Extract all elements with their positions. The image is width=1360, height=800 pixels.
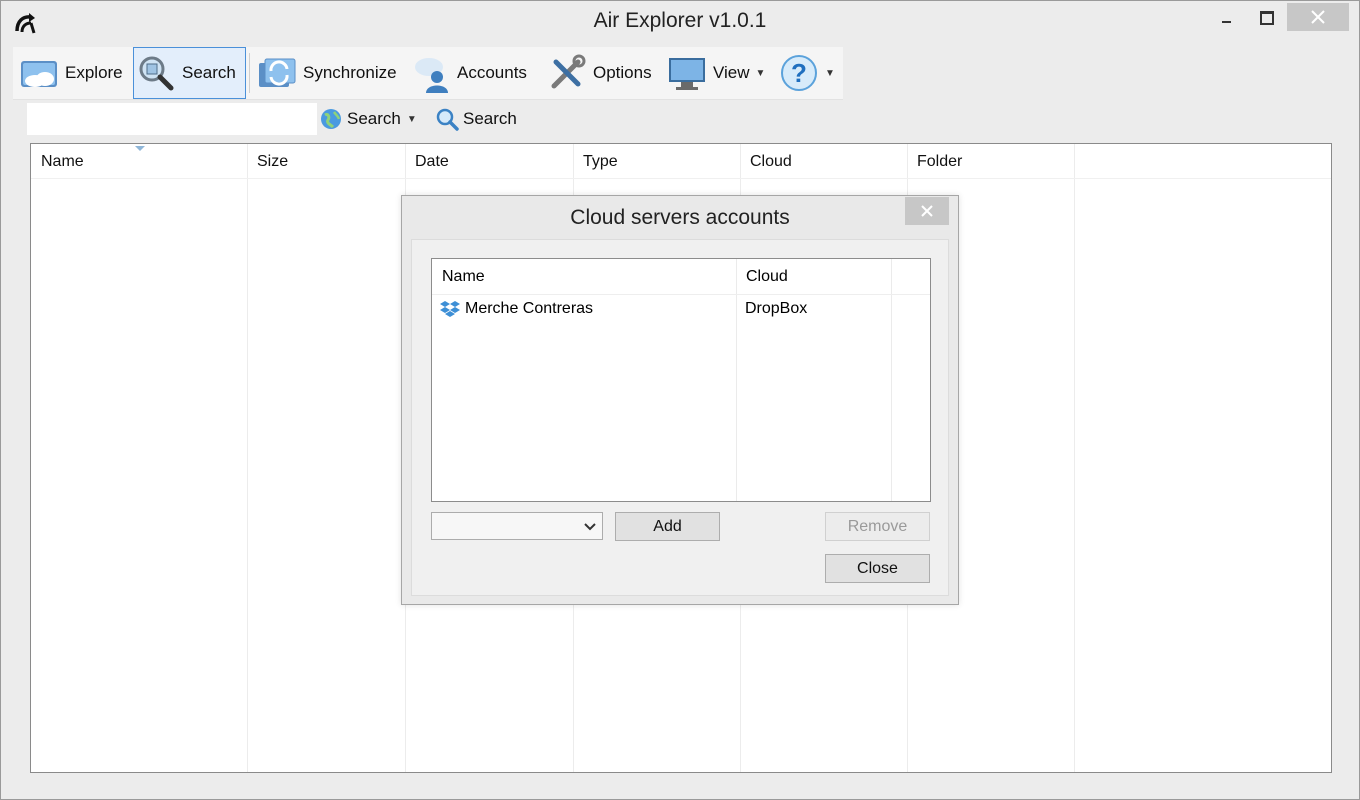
account-name-cell: Merche Contreras bbox=[440, 297, 593, 321]
monitor-icon bbox=[667, 53, 707, 93]
column-header-size[interactable]: Size bbox=[247, 144, 405, 178]
account-cloud: DropBox bbox=[745, 300, 808, 317]
cloud-accounts-dialog: Cloud servers accounts Name Cloud Merche… bbox=[401, 195, 959, 605]
accounts-column-name[interactable]: Name bbox=[432, 259, 736, 293]
close-dialog-button[interactable]: Close bbox=[825, 554, 930, 583]
remove-account-button[interactable]: Remove bbox=[825, 512, 930, 541]
help-icon: ? bbox=[779, 53, 819, 93]
globe-icon bbox=[319, 107, 343, 131]
account-row[interactable]: Merche Contreras DropBox bbox=[432, 297, 930, 321]
options-label: Options bbox=[593, 63, 652, 82]
column-divider bbox=[736, 259, 737, 501]
close-icon bbox=[1311, 10, 1325, 24]
synchronize-button[interactable]: Synchronize bbox=[257, 47, 397, 99]
tools-icon bbox=[547, 53, 587, 93]
column-header-date[interactable]: Date bbox=[405, 144, 573, 178]
close-window-button[interactable] bbox=[1287, 3, 1349, 31]
toolbar-separator bbox=[249, 53, 250, 93]
search-button[interactable]: Search bbox=[435, 106, 517, 132]
search-input[interactable] bbox=[27, 103, 317, 135]
column-divider bbox=[891, 259, 892, 501]
chevron-down-icon bbox=[584, 523, 596, 531]
cloud-icon bbox=[19, 53, 59, 93]
sync-icon bbox=[257, 53, 297, 93]
title-bar: Air Explorer v1.0.1 bbox=[1, 1, 1359, 45]
svg-text:?: ? bbox=[791, 58, 807, 88]
search-scope-label: Search bbox=[347, 109, 401, 128]
cloud-type-select[interactable] bbox=[431, 512, 603, 540]
column-header-cloud[interactable]: Cloud bbox=[740, 144, 907, 178]
accounts-icon bbox=[411, 53, 451, 93]
header-divider bbox=[432, 294, 930, 295]
synchronize-label: Synchronize bbox=[303, 63, 397, 82]
view-dropdown-icon: ▼ bbox=[755, 67, 766, 79]
search-tab-button[interactable]: Search bbox=[133, 47, 246, 99]
window-title: Air Explorer v1.0.1 bbox=[593, 9, 767, 32]
accounts-label: Accounts bbox=[457, 63, 527, 82]
add-account-button[interactable]: Add bbox=[615, 512, 720, 541]
header-divider bbox=[31, 178, 1331, 179]
column-header-type[interactable]: Type bbox=[573, 144, 740, 178]
search-button-label: Search bbox=[463, 109, 517, 128]
column-header-name[interactable]: Name bbox=[31, 144, 247, 178]
dialog-close-button[interactable] bbox=[905, 197, 949, 225]
column-divider bbox=[247, 144, 248, 772]
accounts-column-cloud[interactable]: Cloud bbox=[736, 259, 891, 293]
chevron-down-icon: ▼ bbox=[406, 113, 417, 125]
view-button[interactable]: View ▼ bbox=[667, 47, 765, 99]
explore-button[interactable]: Explore bbox=[19, 47, 123, 99]
accounts-button[interactable]: Accounts bbox=[411, 47, 527, 99]
close-icon bbox=[921, 205, 933, 217]
minimize-button[interactable] bbox=[1207, 3, 1247, 31]
options-button[interactable]: Options bbox=[547, 47, 652, 99]
accounts-list[interactable]: Name Cloud Merche Contreras DropBox bbox=[431, 258, 931, 502]
dropbox-icon bbox=[440, 299, 460, 319]
dialog-title: Cloud servers accounts bbox=[570, 206, 790, 229]
search-icon bbox=[435, 107, 459, 131]
search-scope-dropdown[interactable]: Search ▼ bbox=[319, 106, 417, 132]
app-window: Air Explorer v1.0.1 Explore Search Synch… bbox=[0, 0, 1360, 800]
column-header-folder[interactable]: Folder bbox=[907, 144, 1074, 178]
view-label: View bbox=[713, 63, 750, 82]
main-toolbar: Explore Search Synchronize Accounts Opti… bbox=[13, 47, 843, 100]
help-dropdown-icon: ▼ bbox=[825, 67, 835, 79]
account-name: Merche Contreras bbox=[465, 300, 594, 317]
explore-label: Explore bbox=[65, 63, 123, 82]
search-bar: Search ▼ Search bbox=[27, 103, 1347, 137]
column-divider bbox=[1074, 144, 1075, 772]
help-button[interactable]: ? ▼ bbox=[779, 47, 835, 99]
search-tab-label: Search bbox=[182, 63, 236, 82]
dialog-body: Name Cloud Merche Contreras DropBox Add … bbox=[411, 239, 949, 596]
magnifier-icon bbox=[136, 53, 176, 93]
maximize-button[interactable] bbox=[1247, 3, 1287, 31]
